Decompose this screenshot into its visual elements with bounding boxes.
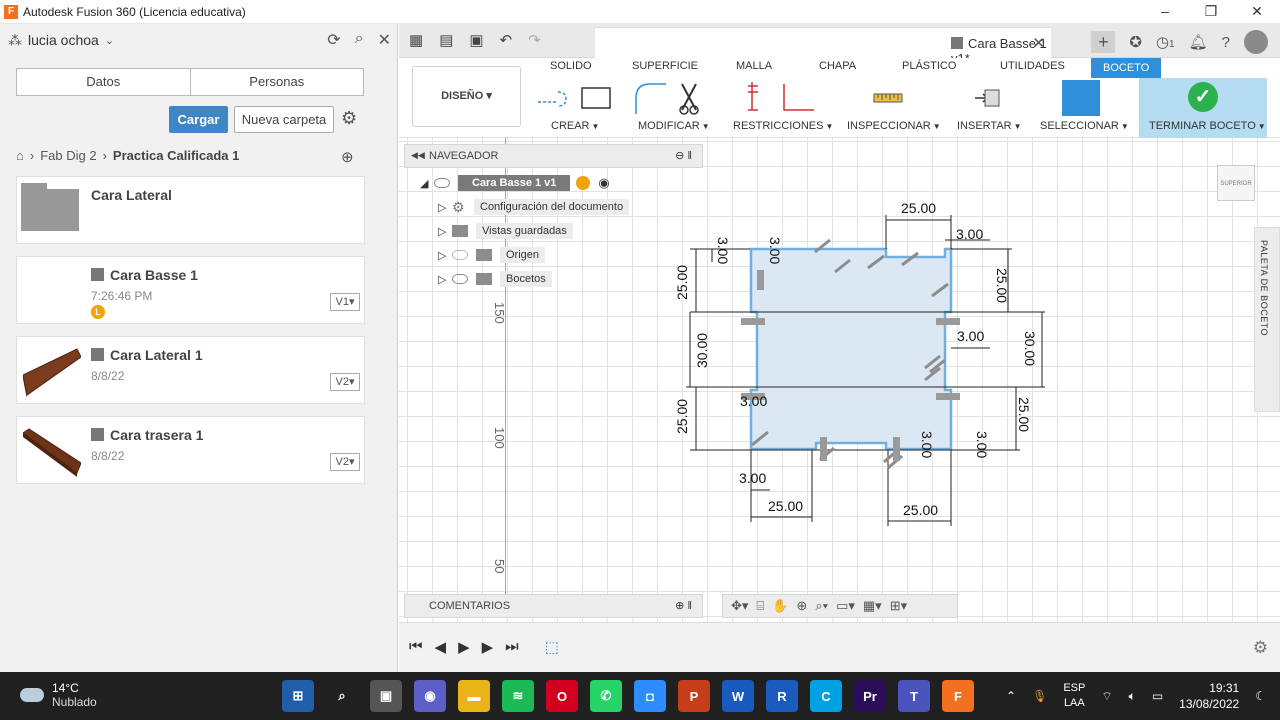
chat-icon[interactable]: ◉: [414, 680, 446, 712]
language-indicator[interactable]: ESP LAA: [1063, 681, 1085, 711]
step-forward-icon[interactable]: ▶: [482, 638, 494, 656]
sketch-profile[interactable]: [749, 247, 953, 451]
whatsapp-icon[interactable]: ✆: [590, 680, 622, 712]
pan-icon[interactable]: ✋: [772, 598, 788, 614]
expand-triangle-icon[interactable]: ▷: [438, 273, 452, 286]
folder-icon: [476, 273, 492, 285]
volume-icon[interactable]: 🔈︎: [1129, 689, 1136, 704]
battery-icon[interactable]: ▭: [1152, 689, 1163, 703]
root-component-label[interactable]: Cara Basse 1 v1: [458, 175, 571, 191]
orbit-icon[interactable]: ✥▾: [731, 598, 748, 614]
opera-icon[interactable]: O: [546, 680, 578, 712]
sketch-palette-label: PALETA DE BOCETO: [1259, 240, 1269, 337]
tree-node-label[interactable]: Origen: [500, 247, 546, 263]
eye-icon[interactable]: [434, 178, 450, 188]
expand-triangle-icon[interactable]: ▷: [438, 249, 452, 262]
step-back-icon[interactable]: ◀: [435, 638, 447, 656]
expand-triangle-icon[interactable]: ▷: [438, 225, 452, 238]
sketch-palette-tab[interactable]: PALETA DE BOCETO: [1254, 227, 1280, 412]
folder-icon: [452, 225, 468, 237]
clock[interactable]: 19:31 13/08/2022: [1179, 680, 1239, 712]
viewports-icon[interactable]: ⊞▾: [890, 598, 907, 614]
minimize-panel-icon[interactable]: ⊖ ‖: [675, 149, 692, 162]
weather-widget[interactable]: 14°C Nublado: [20, 681, 97, 709]
tree-node-label[interactable]: Bocetos: [500, 271, 552, 287]
comments-label: COMENTARIOS: [429, 600, 511, 612]
hidden-eye-icon[interactable]: [452, 250, 468, 260]
search-icon[interactable]: ⌕: [326, 680, 358, 712]
folder-icon: [476, 249, 492, 261]
gear-icon[interactable]: ⚙: [1253, 638, 1268, 658]
teams-icon[interactable]: T: [898, 680, 930, 712]
tree-node[interactable]: ▷ Bocetos: [438, 269, 552, 289]
temperature: 14°C: [52, 681, 79, 695]
weather-condition: Nublado: [52, 695, 97, 709]
fusion-icon[interactable]: F: [942, 680, 974, 712]
display-settings-icon[interactable]: ▭▾: [836, 598, 855, 614]
chevron-up-icon[interactable]: ⌃: [1006, 689, 1016, 703]
tree-root[interactable]: ◢ Cara Basse 1 v1 ◉: [420, 173, 610, 193]
expand-triangle-icon[interactable]: ▷: [438, 201, 452, 214]
word-icon[interactable]: W: [722, 680, 754, 712]
revit-icon[interactable]: R: [766, 680, 798, 712]
tree-node[interactable]: ▷ Vistas guardadas: [438, 221, 573, 241]
collapse-triangle-icon[interactable]: ◢: [420, 177, 434, 190]
navigation-toolbar: ✥▾ ⌸ ✋ ⊕ ⌕▾ ▭▾ ▦▾ ⊞▾: [722, 594, 958, 618]
spotify-icon[interactable]: ≋: [502, 680, 534, 712]
fit-icon[interactable]: ⌕▾: [815, 598, 828, 614]
collapse-icon[interactable]: ◀◀: [411, 150, 425, 161]
powerpoint-icon[interactable]: P: [678, 680, 710, 712]
taskbar: 14°C Nublado ⊞ ⌕ ▣ ◉ ▬ ≋ O ✆ ◘ P W R C P…: [0, 672, 1280, 720]
license-badge-icon: [576, 176, 591, 190]
play-icon[interactable]: ▶: [458, 638, 470, 656]
zoom-icon[interactable]: ◘: [634, 680, 666, 712]
moon-icon[interactable]: ☾: [1255, 689, 1266, 703]
go-to-start-icon[interactable]: ⏮: [409, 638, 423, 656]
navigator-title: NAVEGADOR: [429, 150, 499, 162]
start-icon[interactable]: ⊞: [282, 680, 314, 712]
canva-icon[interactable]: C: [810, 680, 842, 712]
look-at-icon[interactable]: ⌸: [756, 598, 764, 614]
task-view-icon[interactable]: ▣: [370, 680, 402, 712]
zoom-icon[interactable]: ⊕: [796, 598, 807, 614]
cloud-icon: [20, 688, 44, 702]
comments-panel[interactable]: COMENTARIOS ⊕ ‖: [404, 594, 703, 618]
add-comment-icon[interactable]: ⊕ ‖: [675, 599, 692, 612]
timeline: ⏮ ◀ ▶ ▶ ⏭ ⬚ ⚙: [399, 622, 1280, 672]
gear-icon: ⚙: [452, 198, 465, 215]
microphone-icon[interactable]: 🎙︎: [1032, 689, 1047, 703]
grid-icon[interactable]: ▦▾: [863, 598, 882, 614]
sketch-timeline-marker-icon[interactable]: ⬚: [545, 638, 559, 656]
tree-node-label[interactable]: Vistas guardadas: [476, 223, 573, 239]
go-to-end-icon[interactable]: ⏭: [505, 638, 519, 656]
wifi-icon[interactable]: ⌔: [1101, 689, 1112, 704]
tree-node[interactable]: ▷ Origen: [438, 245, 546, 265]
tree-node[interactable]: ▷ ⚙ Configuración del documento: [438, 197, 630, 217]
premiere-icon[interactable]: Pr: [854, 680, 886, 712]
tree-node-label[interactable]: Configuración del documento: [474, 199, 630, 215]
eye-icon[interactable]: [452, 274, 468, 284]
viewcube[interactable]: SUPERIOR: [1217, 165, 1255, 201]
navigator-panel: ◀◀ NAVEGADOR ⊖ ‖: [404, 144, 703, 168]
file-explorer-icon[interactable]: ▬: [458, 680, 490, 712]
activate-radio-icon[interactable]: ◉: [598, 175, 609, 191]
